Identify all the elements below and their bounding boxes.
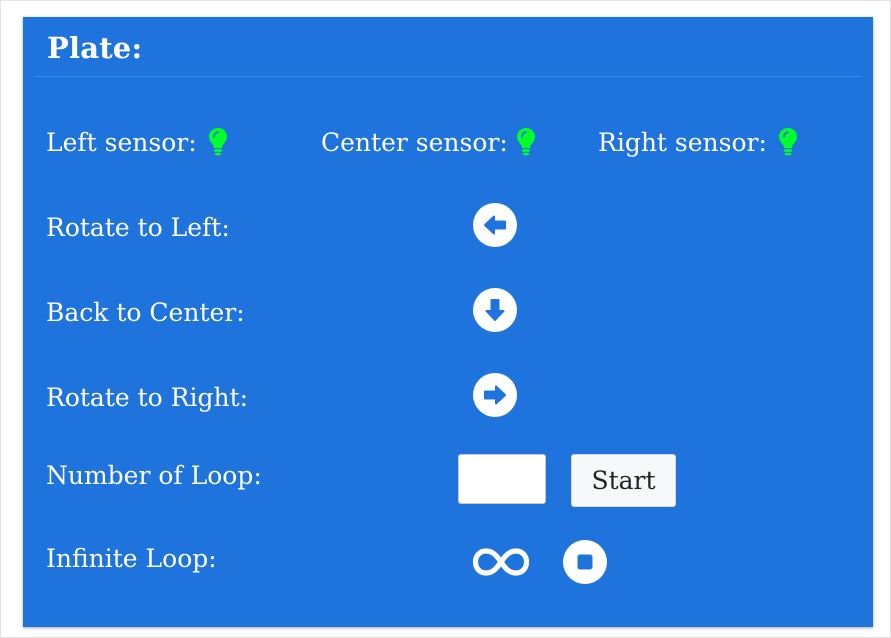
rotate-left-label: Rotate to Left: — [46, 213, 230, 242]
left-sensor-label: Left sensor: — [46, 128, 197, 157]
rotate-right-label: Rotate to Right: — [46, 383, 249, 412]
stop-circle-icon — [577, 554, 593, 570]
center-sensor-label: Center sensor: — [321, 128, 508, 157]
stop-button[interactable] — [563, 540, 607, 584]
arrow-right-circle-icon — [484, 385, 506, 405]
panel-header: Plate: — [35, 17, 861, 77]
back-center-button[interactable] — [473, 288, 517, 332]
right-sensor-label: Right sensor: — [598, 128, 767, 157]
rotate-right-button[interactable] — [473, 373, 517, 417]
infinity-icon[interactable] — [472, 542, 530, 582]
arrow-down-circle-icon — [485, 299, 505, 321]
rotate-left-button[interactable] — [473, 203, 517, 247]
left-sensor-lightbulb-icon — [209, 128, 227, 156]
plate-panel: Plate: Left sensor: Center sensor: Right… — [23, 17, 873, 627]
arrow-left-circle-icon — [484, 215, 506, 235]
loop-count-input[interactable] — [458, 454, 546, 504]
back-center-label: Back to Center: — [46, 298, 245, 327]
loop-count-label: Number of Loop: — [46, 461, 262, 490]
infinite-loop-label: Infinite Loop: — [46, 544, 217, 573]
right-sensor-lightbulb-icon — [779, 128, 797, 156]
panel-title: Plate: — [47, 31, 143, 65]
center-sensor-lightbulb-icon — [517, 128, 535, 156]
start-button[interactable]: Start — [571, 454, 676, 507]
